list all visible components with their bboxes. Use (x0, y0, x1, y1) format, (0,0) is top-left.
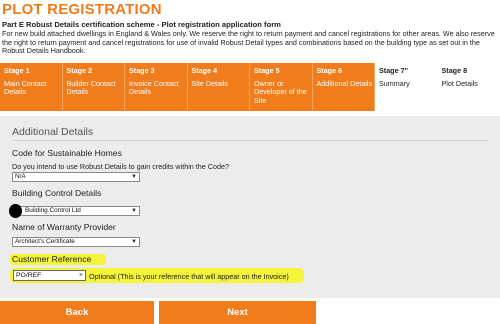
code-section-heading: Code for Sustainable Homes (12, 148, 122, 158)
step-desc: Owner or Developer of the Site (254, 79, 307, 105)
step-desc: Site Details (191, 79, 228, 88)
step-desc: Summary (379, 79, 410, 88)
section-divider (12, 140, 488, 141)
chevron-down-icon: ▼ (131, 208, 137, 214)
step-3[interactable]: Stage 3 Invoice Contact Details (125, 63, 188, 111)
building-control-value: Building Control Ltd (25, 207, 81, 214)
step-4[interactable]: Stage 4 Site Details (187, 63, 250, 111)
building-control-select[interactable]: Building Control Ltd ▼ (9, 204, 140, 218)
intro-text: For new build attached dwellings in Engl… (2, 29, 495, 56)
clear-icon[interactable]: × (79, 271, 83, 280)
code-select[interactable]: N/A ▼ (12, 172, 140, 182)
step-6[interactable]: Stage 6 Additional Details (312, 63, 375, 111)
section-title: Additional Details (12, 126, 94, 138)
step-5[interactable]: Stage 5 Owner or Developer of the Site (250, 63, 313, 111)
step-label: Stage 3 (129, 66, 155, 75)
step-7: Stage 7" Summary (375, 63, 438, 111)
step-desc: Plot Details (441, 79, 478, 88)
step-desc: Builder Contact Details (66, 79, 116, 97)
redaction-mark (9, 204, 22, 218)
step-label: Stage 8 (441, 66, 468, 75)
step-desc: Main Contact Details (4, 79, 47, 97)
code-question: Do you intend to use Robust Details to g… (12, 162, 229, 171)
step-label: Stage 2 (66, 66, 93, 75)
step-1[interactable]: Stage 1 Main Contact Details (0, 63, 63, 111)
customer-reference-note: Optional (This is your reference that wi… (89, 272, 289, 281)
step-desc: Invoice Contact Details (129, 79, 179, 97)
warranty-value: Architect's Certificate (15, 238, 75, 245)
step-2[interactable]: Stage 2 Builder Contact Details (62, 63, 125, 111)
building-control-label: Building Control Details (12, 188, 102, 198)
step-8: Stage 8 Plot Details (437, 63, 500, 111)
chevron-down-icon: ▼ (131, 239, 137, 245)
page-subtitle: Part E Robust Details certification sche… (2, 20, 281, 29)
chevron-down-icon: ▼ (131, 174, 137, 180)
step-label: Stage 5 (254, 66, 280, 75)
next-button[interactable]: Next (159, 301, 316, 324)
code-select-value: N/A (15, 173, 26, 180)
customer-reference-label: Customer Reference (10, 254, 106, 265)
customer-reference-input[interactable]: PO/REF × (13, 270, 86, 281)
stage-progress-bar: Stage 1 Main Contact Details Stage 2 Bui… (0, 63, 500, 111)
customer-reference-value: PO/REF (16, 272, 42, 279)
step-label: Stage 1 (4, 66, 30, 75)
warranty-select[interactable]: Architect's Certificate ▼ (12, 237, 140, 247)
warranty-label: Name of Warranty Provider (12, 222, 116, 232)
back-button[interactable]: Back (0, 301, 154, 324)
step-label: Stage 4 (191, 66, 218, 75)
step-label: Stage 7" (379, 66, 408, 75)
step-desc: Additional Details (316, 79, 373, 88)
page-title: PLOT REGISTRATION (2, 1, 162, 18)
step-label: Stage 6 (316, 66, 343, 75)
